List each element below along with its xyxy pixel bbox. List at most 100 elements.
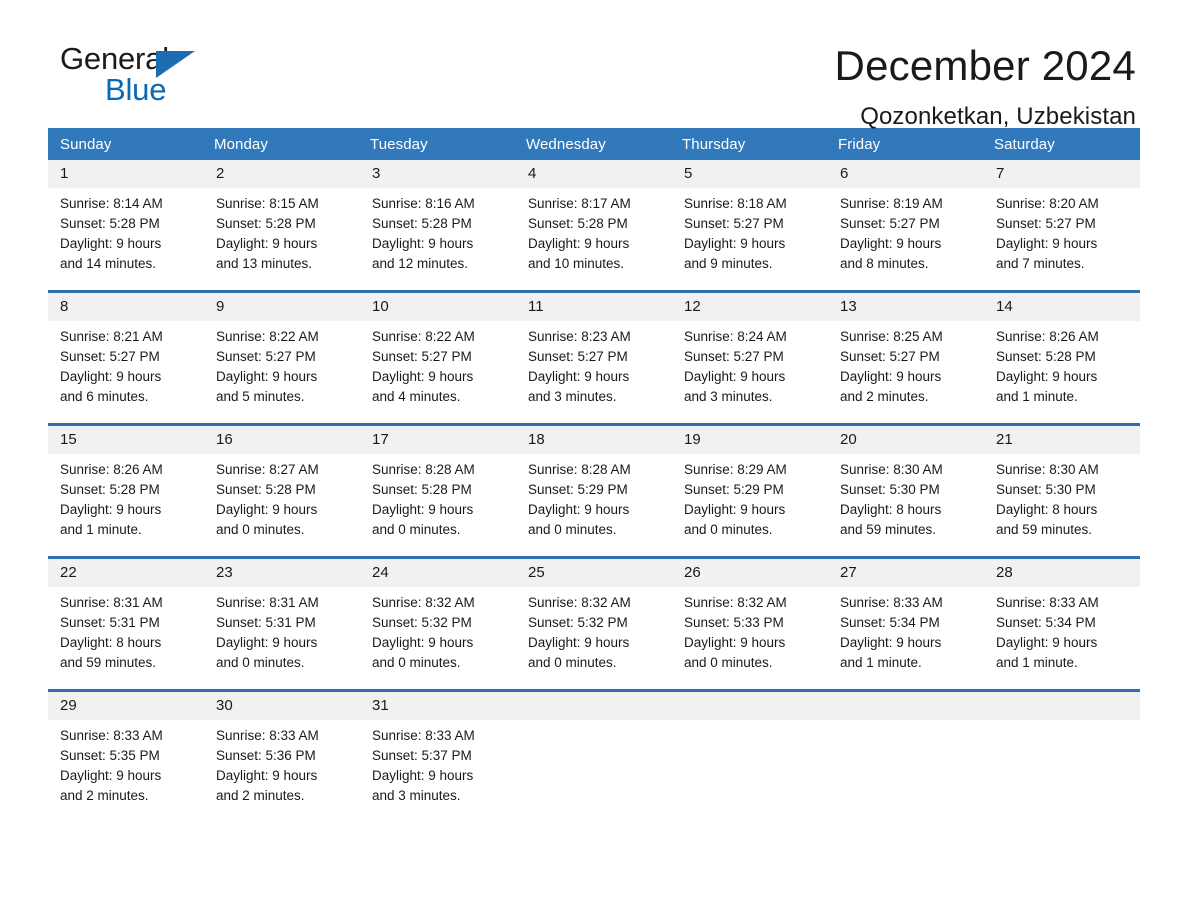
day-number[interactable]: 5 (672, 160, 828, 188)
day-number[interactable]: 23 (204, 556, 360, 587)
day-cell[interactable]: Sunrise: 8:28 AM Sunset: 5:29 PM Dayligh… (516, 454, 672, 558)
day-cell[interactable]: Sunrise: 8:24 AM Sunset: 5:27 PM Dayligh… (672, 321, 828, 425)
day-cell[interactable]: Sunrise: 8:30 AM Sunset: 5:30 PM Dayligh… (828, 454, 984, 558)
day-number[interactable]: 20 (828, 423, 984, 454)
day-number[interactable]: 6 (828, 160, 984, 188)
daylight-text-line2: and 3 minutes. (684, 389, 773, 404)
day-number[interactable]: 22 (48, 556, 204, 587)
day-cell[interactable]: Sunrise: 8:26 AM Sunset: 5:28 PM Dayligh… (48, 454, 204, 558)
day-cell[interactable]: Sunrise: 8:25 AM Sunset: 5:27 PM Dayligh… (828, 321, 984, 425)
day-cell[interactable]: Sunrise: 8:30 AM Sunset: 5:30 PM Dayligh… (984, 454, 1140, 558)
day-number[interactable]: 25 (516, 556, 672, 587)
day-number[interactable]: 30 (204, 689, 360, 720)
day-number[interactable]: 24 (360, 556, 516, 587)
daylight-text-line2: and 0 minutes. (372, 522, 461, 537)
day-cell[interactable]: Sunrise: 8:29 AM Sunset: 5:29 PM Dayligh… (672, 454, 828, 558)
day-cell[interactable]: Sunrise: 8:22 AM Sunset: 5:27 PM Dayligh… (204, 321, 360, 425)
day-cell[interactable]: Sunrise: 8:32 AM Sunset: 5:32 PM Dayligh… (360, 587, 516, 691)
day-number[interactable]: 14 (984, 290, 1140, 321)
day-number[interactable]: 1 (48, 160, 204, 188)
day-cell[interactable]: Sunrise: 8:31 AM Sunset: 5:31 PM Dayligh… (48, 587, 204, 691)
day-number[interactable]: 10 (360, 290, 516, 321)
day-number[interactable]: 27 (828, 556, 984, 587)
daylight-text-line1: Daylight: 9 hours (528, 635, 630, 650)
day-number[interactable]: 17 (360, 423, 516, 454)
sunrise-text: Sunrise: 8:33 AM (216, 728, 319, 743)
daylight-text-line1: Daylight: 9 hours (996, 635, 1098, 650)
daylight-text-line2: and 0 minutes. (372, 655, 461, 670)
day-cell[interactable]: Sunrise: 8:22 AM Sunset: 5:27 PM Dayligh… (360, 321, 516, 425)
day-cell[interactable]: Sunrise: 8:33 AM Sunset: 5:36 PM Dayligh… (204, 720, 360, 822)
day-number-row: 8 9 10 11 12 13 14 (48, 290, 1140, 321)
day-number[interactable]: 11 (516, 290, 672, 321)
day-cell[interactable]: Sunrise: 8:18 AM Sunset: 5:27 PM Dayligh… (672, 188, 828, 292)
day-cell[interactable]: Sunrise: 8:33 AM Sunset: 5:35 PM Dayligh… (48, 720, 204, 822)
daylight-text-line2: and 2 minutes. (60, 788, 149, 803)
daylight-text-line1: Daylight: 9 hours (684, 635, 786, 650)
sunrise-text: Sunrise: 8:30 AM (996, 462, 1099, 477)
logo-triangle-icon (156, 51, 195, 78)
daylight-text-line2: and 4 minutes. (372, 389, 461, 404)
day-cell[interactable]: Sunrise: 8:17 AM Sunset: 5:28 PM Dayligh… (516, 188, 672, 292)
day-number[interactable]: 26 (672, 556, 828, 587)
day-cell-empty (672, 720, 828, 822)
day-number-row: 1 2 3 4 5 6 7 (48, 160, 1140, 188)
day-cell[interactable]: Sunrise: 8:31 AM Sunset: 5:31 PM Dayligh… (204, 587, 360, 691)
daylight-text-line1: Daylight: 9 hours (372, 635, 474, 650)
day-number[interactable]: 7 (984, 160, 1140, 188)
day-number[interactable]: 12 (672, 290, 828, 321)
day-number-empty (984, 689, 1140, 720)
day-number[interactable]: 15 (48, 423, 204, 454)
sunrise-text: Sunrise: 8:29 AM (684, 462, 787, 477)
sunset-text: Sunset: 5:28 PM (372, 482, 472, 497)
daylight-text-line1: Daylight: 8 hours (840, 502, 942, 517)
day-cell[interactable]: Sunrise: 8:33 AM Sunset: 5:34 PM Dayligh… (828, 587, 984, 691)
sunrise-text: Sunrise: 8:14 AM (60, 196, 163, 211)
daylight-text-line1: Daylight: 9 hours (684, 236, 786, 251)
daylight-text-line1: Daylight: 9 hours (216, 369, 318, 384)
day-cell[interactable]: Sunrise: 8:14 AM Sunset: 5:28 PM Dayligh… (48, 188, 204, 292)
weekday-header-sunday: Sunday (48, 128, 204, 160)
sunrise-text: Sunrise: 8:23 AM (528, 329, 631, 344)
day-cell[interactable]: Sunrise: 8:33 AM Sunset: 5:37 PM Dayligh… (360, 720, 516, 822)
day-number[interactable]: 9 (204, 290, 360, 321)
weekday-header-monday: Monday (204, 128, 360, 160)
day-number[interactable]: 16 (204, 423, 360, 454)
sunset-text: Sunset: 5:30 PM (840, 482, 940, 497)
title-block: December 2024 Qozonketkan, Uzbekistan (835, 42, 1140, 132)
sunset-text: Sunset: 5:28 PM (60, 482, 160, 497)
day-cell[interactable]: Sunrise: 8:32 AM Sunset: 5:33 PM Dayligh… (672, 587, 828, 691)
day-cell[interactable]: Sunrise: 8:21 AM Sunset: 5:27 PM Dayligh… (48, 321, 204, 425)
day-cell[interactable]: Sunrise: 8:26 AM Sunset: 5:28 PM Dayligh… (984, 321, 1140, 425)
day-number[interactable]: 2 (204, 160, 360, 188)
daylight-text-line2: and 59 minutes. (996, 522, 1093, 537)
day-cell[interactable]: Sunrise: 8:28 AM Sunset: 5:28 PM Dayligh… (360, 454, 516, 558)
day-number[interactable]: 28 (984, 556, 1140, 587)
sunrise-text: Sunrise: 8:25 AM (840, 329, 943, 344)
day-cell[interactable]: Sunrise: 8:32 AM Sunset: 5:32 PM Dayligh… (516, 587, 672, 691)
day-number[interactable]: 13 (828, 290, 984, 321)
day-number[interactable]: 18 (516, 423, 672, 454)
day-cell-empty (516, 720, 672, 822)
day-cell[interactable]: Sunrise: 8:19 AM Sunset: 5:27 PM Dayligh… (828, 188, 984, 292)
day-number[interactable]: 19 (672, 423, 828, 454)
sunset-text: Sunset: 5:27 PM (528, 349, 628, 364)
day-number-row: 22 23 24 25 26 27 28 (48, 556, 1140, 587)
daylight-text-line1: Daylight: 9 hours (996, 236, 1098, 251)
day-number[interactable]: 8 (48, 290, 204, 321)
day-number[interactable]: 31 (360, 689, 516, 720)
day-cell[interactable]: Sunrise: 8:33 AM Sunset: 5:34 PM Dayligh… (984, 587, 1140, 691)
day-number[interactable]: 21 (984, 423, 1140, 454)
weekday-header-thursday: Thursday (672, 128, 828, 160)
day-cell[interactable]: Sunrise: 8:16 AM Sunset: 5:28 PM Dayligh… (360, 188, 516, 292)
logo-text-blue: Blue (105, 72, 167, 107)
day-cell[interactable]: Sunrise: 8:15 AM Sunset: 5:28 PM Dayligh… (204, 188, 360, 292)
day-number[interactable]: 29 (48, 689, 204, 720)
day-cell[interactable]: Sunrise: 8:20 AM Sunset: 5:27 PM Dayligh… (984, 188, 1140, 292)
calendar-page: General Blue December 2024 Qozonketkan, … (0, 0, 1188, 918)
day-cell[interactable]: Sunrise: 8:27 AM Sunset: 5:28 PM Dayligh… (204, 454, 360, 558)
day-number[interactable]: 3 (360, 160, 516, 188)
day-number[interactable]: 4 (516, 160, 672, 188)
daylight-text-line2: and 1 minute. (996, 655, 1078, 670)
day-cell[interactable]: Sunrise: 8:23 AM Sunset: 5:27 PM Dayligh… (516, 321, 672, 425)
